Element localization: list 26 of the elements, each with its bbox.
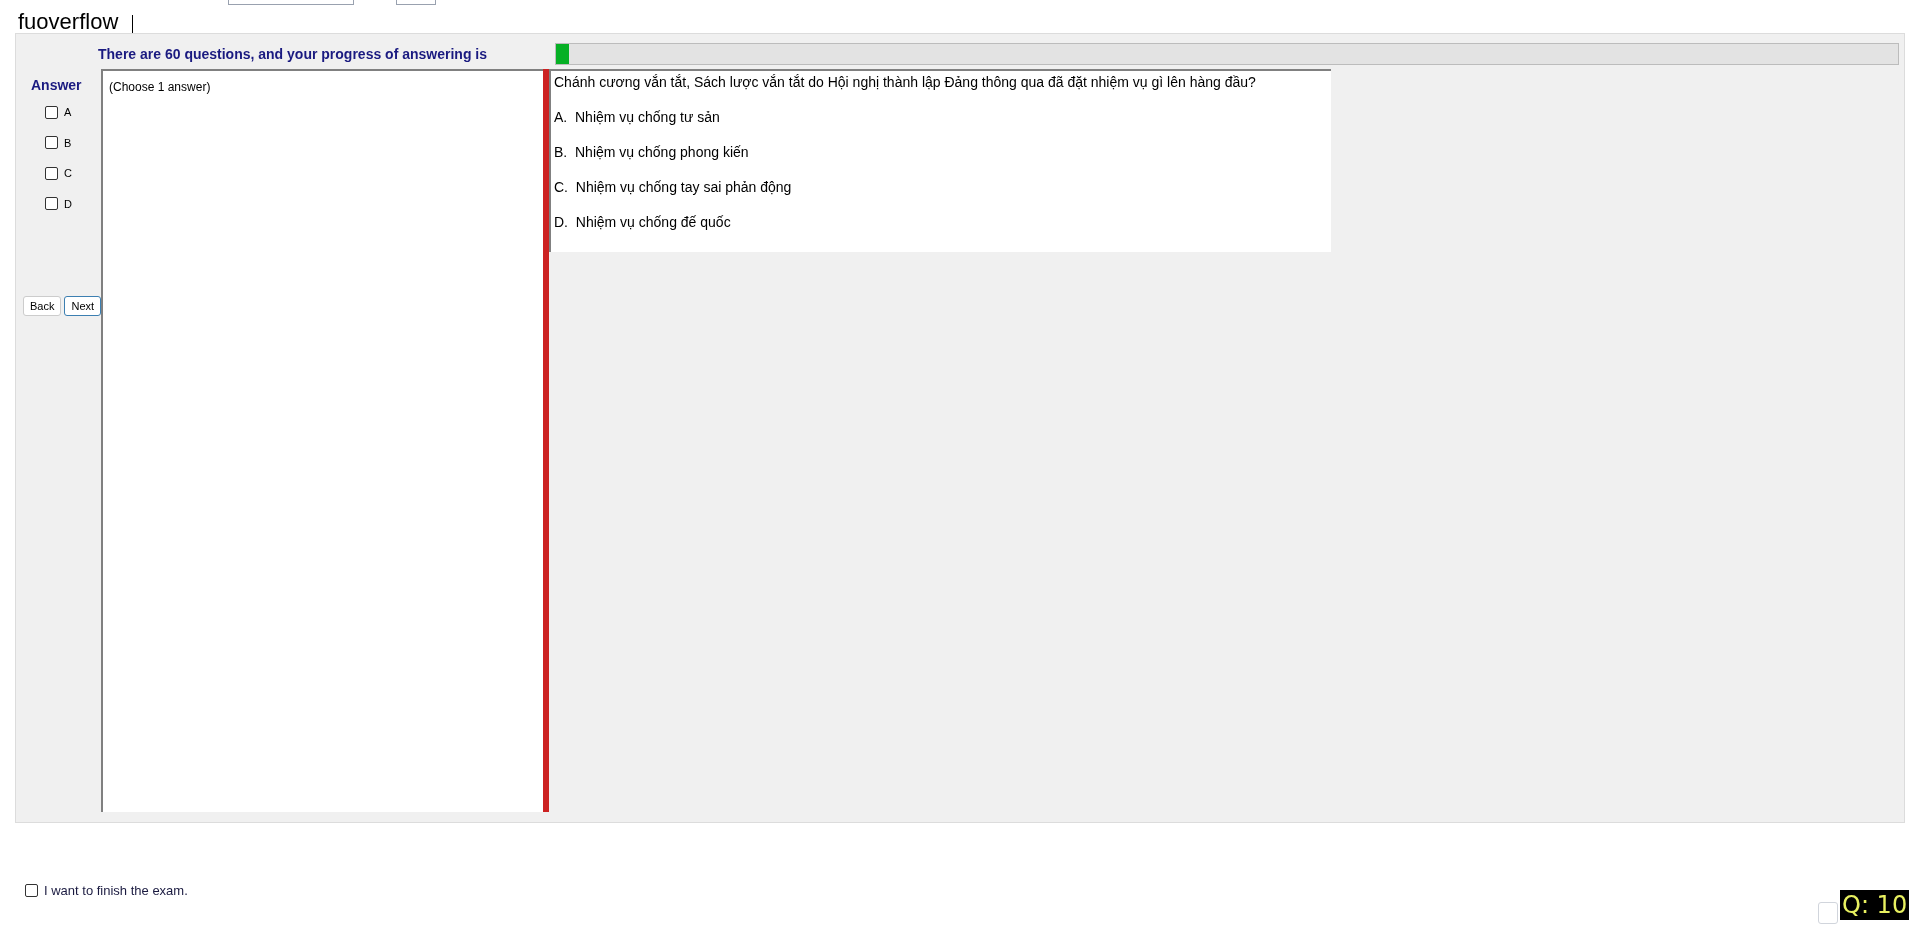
app-title: fuoverflow <box>18 11 119 33</box>
checkbox[interactable] <box>45 136 58 150</box>
nav-button[interactable]: Back <box>23 296 62 316</box>
text-field[interactable] <box>1818 902 1838 924</box>
checkbox[interactable] <box>45 166 58 180</box>
progress-label: There are 60 questions, and your progress of answering is <box>98 44 488 64</box>
option-label: C <box>64 166 72 181</box>
checkbox[interactable] <box>45 197 58 211</box>
option-label: B <box>64 135 72 151</box>
answer-choice: B. Nhiệm vụ chống phong kiến <box>554 143 750 162</box>
checkbox[interactable] <box>45 105 58 119</box>
answer-choice: A. Nhiệm vụ chống tư sản <box>554 108 721 127</box>
answer-heading: Answer <box>31 76 83 95</box>
answer-choice: D. Nhiệm vụ chống đế quốc <box>554 213 732 232</box>
text-field[interactable] <box>228 0 354 5</box>
text-cursor <box>132 15 134 33</box>
question-counter: Q: 10 <box>1840 890 1910 920</box>
checkbox[interactable] <box>25 884 38 898</box>
instruction-text: (Choose 1 answer) <box>109 80 211 94</box>
finish-label: I want to finish the exam. <box>44 882 188 900</box>
option-label: D <box>64 196 72 212</box>
option-label: A <box>64 105 72 120</box>
answer-choice: C. Nhiệm vụ chống tay sai phản động <box>554 178 793 197</box>
question-text: Chánh cương vắn tắt, Sách lược vắn tắt do Hội nghị thành lập Đảng thông qua đã đặt nhiệm vụ gì lên hàng đầu? <box>554 73 1257 92</box>
nav-button[interactable]: Next <box>64 296 102 316</box>
text-field[interactable] <box>396 0 436 5</box>
